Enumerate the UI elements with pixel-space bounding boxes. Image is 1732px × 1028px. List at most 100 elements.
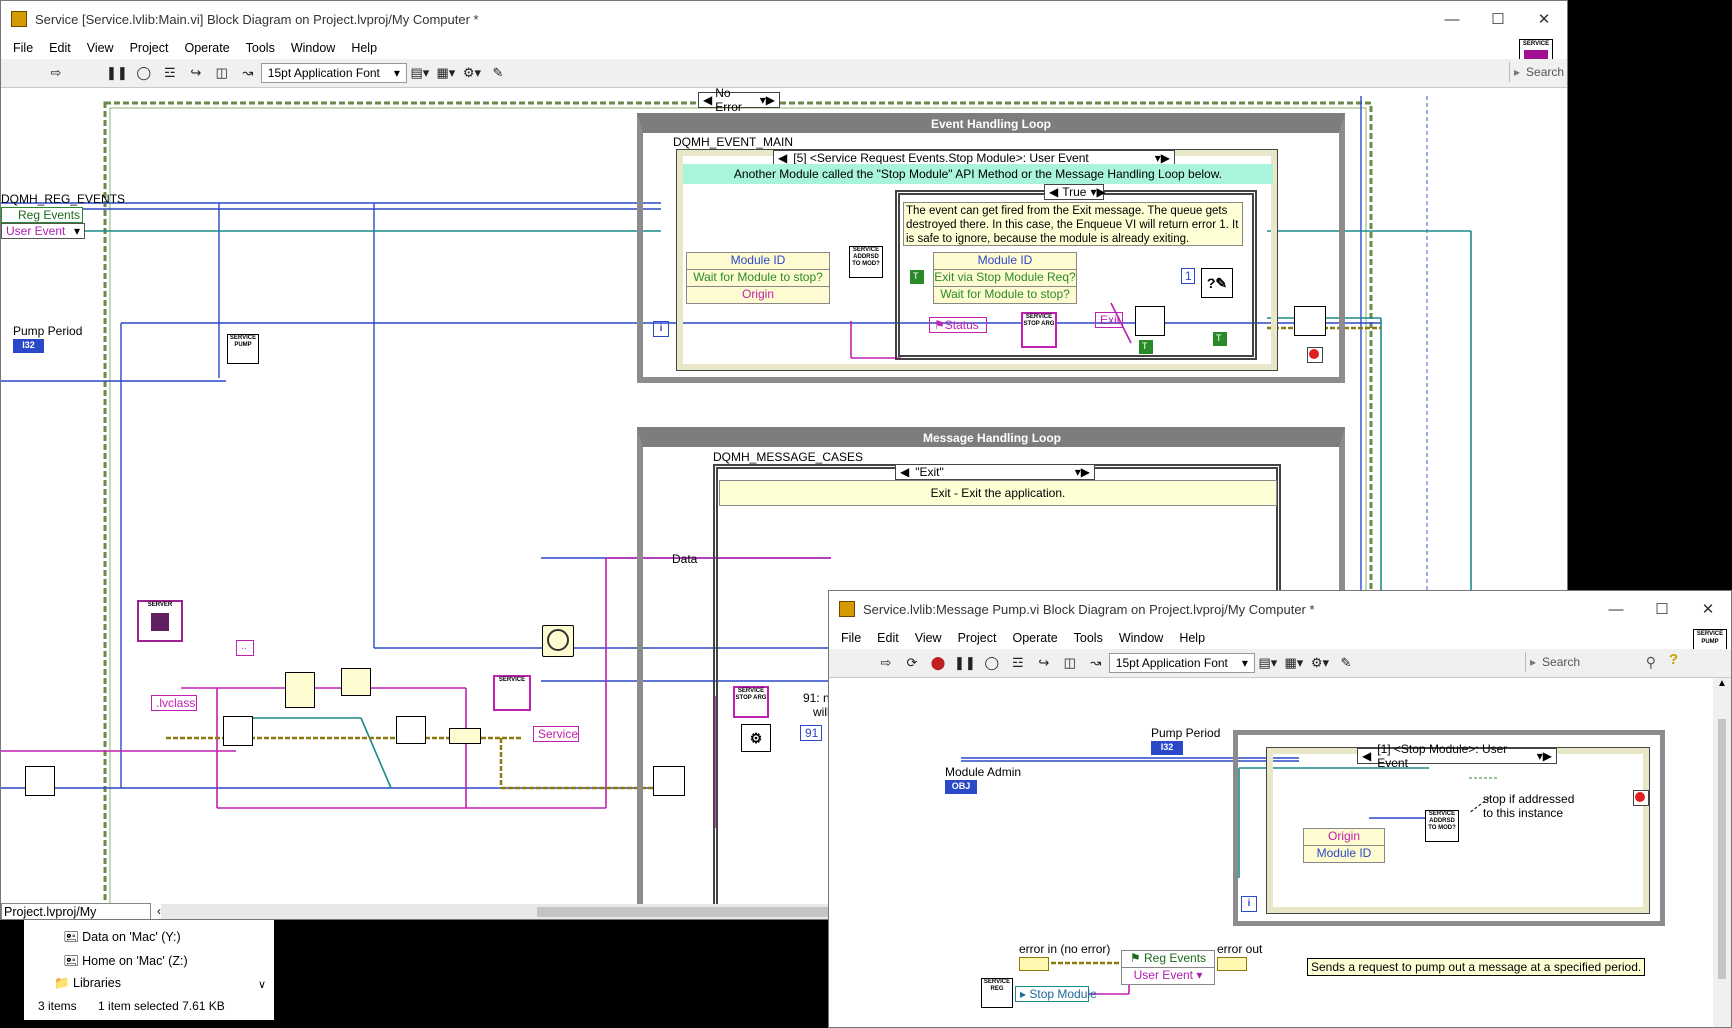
menu-view[interactable]: View [79,41,122,55]
menu-file[interactable]: File [833,631,869,645]
pump-addressed-subvi[interactable]: SERVICE ADDRSD TO MOD? [1425,810,1459,842]
step-over-icon[interactable]: ◫ [1060,653,1080,673]
unbundle-right[interactable]: Module ID Exit via Stop Module Req? Wait… [933,252,1077,304]
explorer-item-libraries[interactable]: 📁 Libraries [54,976,121,991]
run-continuously-icon[interactable]: ⟳ [902,653,922,673]
font-selector[interactable]: 15pt Application Font ▾ [1108,653,1255,673]
retain-wire-values-icon[interactable]: ☲ [160,63,180,83]
clear-error-function[interactable]: ?✎ [1201,268,1233,298]
pump-subvi[interactable]: SERVICE PUMP [227,334,259,364]
run-arrow-icon[interactable]: ⇨ [876,653,896,673]
pump-search-box[interactable]: ▸ Search ⚲ [1525,652,1656,672]
clean-up-diagram-icon[interactable]: ✎ [488,63,508,83]
step-into-icon[interactable]: ↪ [1034,653,1054,673]
explorer-item-data[interactable]: 🖭 Data on 'Mac' (Y:) [64,928,181,949]
abort-icon[interactable]: ⬤ [928,653,948,673]
stop-arg-subvi-message[interactable]: SERVICE STOP ARG [733,686,769,718]
highlight-execution-icon[interactable]: ◯ [982,653,1002,673]
true-case-selector[interactable]: ◀ True ▾▶ [1044,184,1106,200]
menu-edit[interactable]: Edit [41,41,79,55]
pump-stop-icon[interactable] [1633,790,1649,806]
step-out-icon[interactable]: ↝ [1086,653,1106,673]
pump-event-case-selector[interactable]: ◀ [1] <Stop Module>: User Event ▾▶ [1357,742,1557,770]
stop-condition-icon[interactable] [1307,347,1323,363]
init-subvi[interactable] [25,766,55,796]
menu-project[interactable]: Project [122,41,177,55]
timestamp-function[interactable] [542,625,574,657]
close-button[interactable]: ✕ [1685,591,1731,627]
step-into-icon[interactable]: ↪ [186,63,206,83]
merge-errors-subvi[interactable] [1294,306,1326,336]
menu-window[interactable]: Window [283,41,343,55]
path-constant[interactable]: .. [236,640,254,656]
module-admin-control[interactable]: OBJ [945,780,977,794]
addressed-to-module-subvi[interactable]: SERVICE ADDRSD TO MOD? [849,246,883,278]
maximize-button[interactable]: ☐ [1475,1,1521,37]
font-selector[interactable]: 15pt Application Font ▾ [260,63,407,83]
pump-reg-events-node[interactable]: ⚑ Reg Events User Event ▾ [1121,950,1215,985]
minimize-button[interactable]: — [1593,591,1639,627]
pause-icon[interactable]: ❚❚ [106,63,128,83]
scroll-left-icon[interactable]: ‹ [157,904,161,918]
menu-file[interactable]: File [5,41,41,55]
service-string-constant[interactable]: Service [533,726,579,742]
menu-tools[interactable]: Tools [1066,631,1111,645]
error-in-control[interactable] [1019,957,1049,971]
bool-true-constant-2[interactable]: T [1139,340,1153,354]
pump-vertical-scrollbar[interactable]: ▲ [1713,678,1731,1027]
const-one[interactable]: 1 [1181,268,1195,284]
reorder-icon[interactable]: ⚙▾ [1310,653,1330,673]
menu-view[interactable]: View [907,631,950,645]
align-objects-icon[interactable]: ▤▾ [410,63,430,83]
pump-reg-subvi[interactable]: SERVICE REG [981,978,1013,1008]
menu-tools[interactable]: Tools [238,41,283,55]
to-more-specific-function[interactable] [396,716,426,744]
run-arrow-icon[interactable]: ⇨ [46,63,66,83]
get-class-default-function[interactable] [223,716,253,746]
bundle-function[interactable] [449,728,481,744]
server-subvi[interactable]: SERVER [137,600,183,642]
build-path-function[interactable] [285,672,315,708]
menu-operate[interactable]: Operate [1004,631,1065,645]
message-case-selector[interactable]: ◀ "Exit" ▾▶ [895,464,1095,480]
main-search-box[interactable]: ▸ Search ⚲ [1509,62,1567,82]
reorder-icon[interactable]: ⚙▾ [462,63,482,83]
bool-true-constant-1[interactable]: T [910,270,924,284]
highlight-execution-icon[interactable]: ◯ [134,63,154,83]
service-class-subvi[interactable]: SERVICE [493,675,531,711]
pump-period-control[interactable]: I32 [13,339,44,353]
menu-window[interactable]: Window [1111,631,1171,645]
reg-events-control[interactable]: Reg Events [1,207,83,223]
unbundle-left[interactable]: Module ID Wait for Module to stop? Origi… [686,252,830,304]
minimize-button[interactable]: — [1429,1,1475,37]
stop-arg-subvi-event[interactable]: SERVICE STOP ARG [1021,312,1057,348]
lvclass-constant[interactable]: .lvclass [151,695,197,711]
clean-up-diagram-icon[interactable]: ✎ [1336,653,1356,673]
menu-help[interactable]: Help [343,41,385,55]
pump-unbundle[interactable]: Origin Module ID [1303,828,1385,863]
retain-wire-values-icon[interactable]: ☲ [1008,653,1028,673]
gear-subvi[interactable]: ⚙ [741,724,771,752]
status-constant[interactable]: ⚑Status [929,317,987,333]
user-event-control[interactable]: User Event ▾ [1,223,85,239]
const-91[interactable]: 91 [800,725,822,741]
maximize-button[interactable]: ☐ [1639,591,1685,627]
explorer-scroll-down-icon[interactable]: ∨ [258,978,266,991]
pause-icon[interactable]: ❚❚ [954,653,976,673]
pump-diagram-canvas[interactable]: Pump Period I32 Module Admin OBJ ◀ [1] <S… [829,678,1713,1027]
menu-edit[interactable]: Edit [869,631,907,645]
step-over-icon[interactable]: ◫ [212,63,232,83]
step-out-icon[interactable]: ↝ [238,63,258,83]
menu-operate[interactable]: Operate [176,41,237,55]
menu-project[interactable]: Project [950,631,1005,645]
bool-true-constant-3[interactable]: T [1213,332,1227,346]
error-case-selector[interactable]: ◀ No Error ▾▶ [698,86,780,114]
menu-help[interactable]: Help [1171,631,1213,645]
align-objects-icon[interactable]: ▤▾ [1258,653,1278,673]
stop-module-constant[interactable]: ▸ Stop Module [1015,986,1097,1002]
search-icon[interactable]: ⚲ [1646,654,1656,671]
distribute-objects-icon[interactable]: ▦▾ [1284,653,1304,673]
explorer-item-home[interactable]: 🖭 Home on 'Mac' (Z:) [64,952,188,973]
close-button[interactable]: ✕ [1521,1,1567,37]
exit-constant[interactable]: Exit [1095,312,1123,328]
